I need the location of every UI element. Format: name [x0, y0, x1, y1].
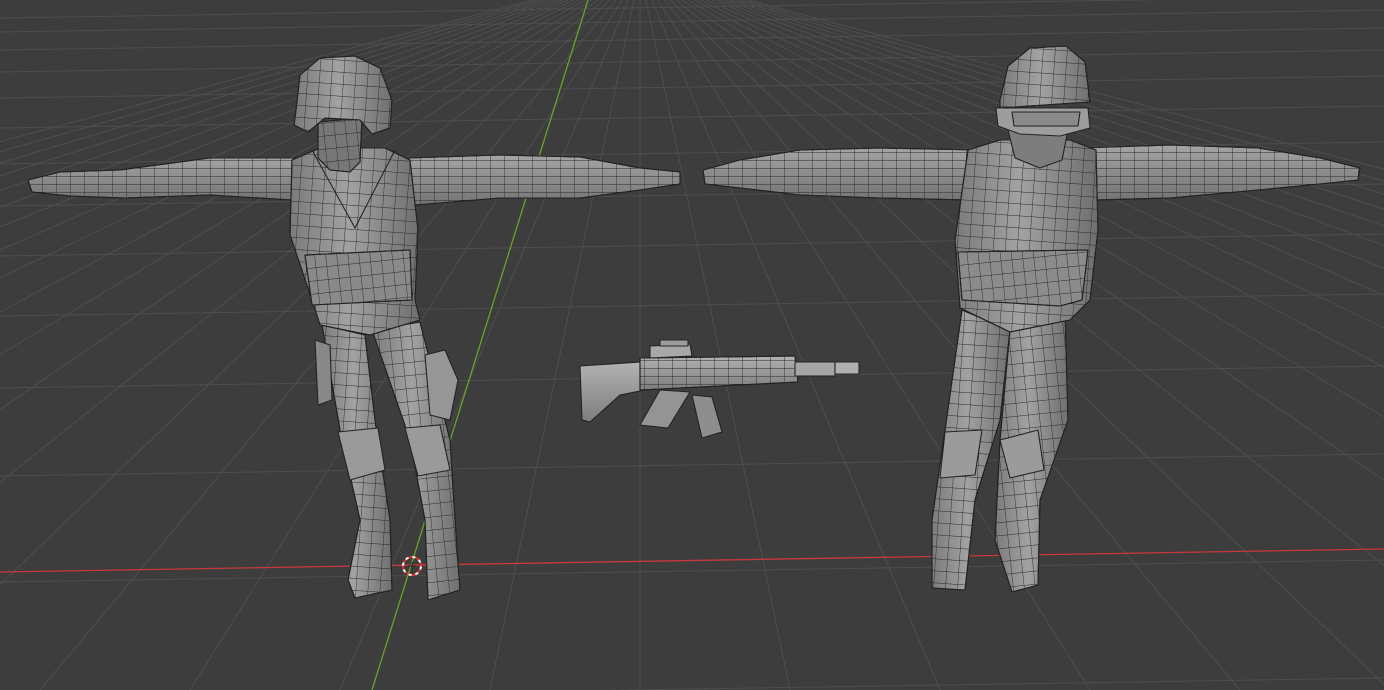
grid-line-v [0, 0, 569, 228]
grid-line-h [0, 49, 1384, 73]
grid-line-v [0, 0, 563, 208]
viewport-canvas[interactable] [0, 0, 1384, 690]
grid-line-h [0, 27, 1384, 51]
3d-cursor-icon[interactable] [402, 556, 422, 576]
grid-line-h [0, 559, 1384, 583]
grid-line-v [0, 0, 581, 279]
grid-line-v [0, 0, 587, 313]
soldier-goggles-mesh[interactable] [702, 45, 1361, 593]
grid-line-v [0, 0, 545, 164]
grid-line-v [489, 0, 635, 690]
grid-line-h [0, 453, 1384, 477]
soldier-masked-mesh[interactable] [27, 55, 681, 601]
grid-line-v [0, 0, 557, 191]
grid-line-v [0, 0, 551, 177]
assault-rifle-mesh[interactable] [579, 339, 860, 439]
grid-line-v [0, 0, 575, 251]
x-axis-line [0, 548, 1384, 573]
grid-line-h [0, 233, 1384, 257]
floor-grid [0, 0, 1384, 690]
grid-line-h [597, 677, 1384, 690]
3d-viewport[interactable] [0, 0, 1384, 690]
grid-line-v [0, 0, 593, 356]
grid-line-h [0, 293, 1384, 317]
grid-line-v [651, 0, 941, 690]
